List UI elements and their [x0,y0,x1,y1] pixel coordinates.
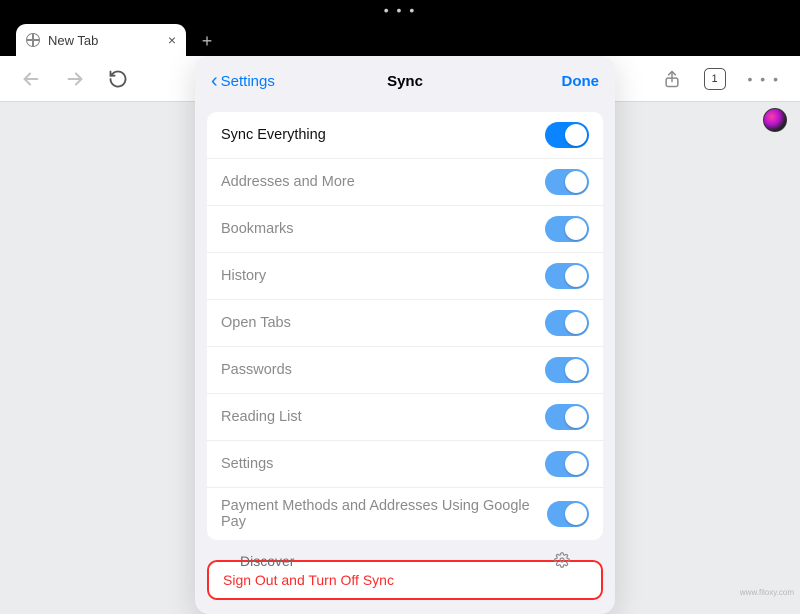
globe-icon [26,33,40,47]
status-dots-icon: • • • [384,3,416,17]
forward-icon[interactable] [64,68,86,90]
toggle-switch[interactable] [545,122,589,148]
toggle-switch[interactable] [545,310,589,336]
tab-title: New Tab [48,33,160,48]
settings-row[interactable]: Settings [207,440,603,487]
modal-header: ‹ Settings Sync Done [195,56,615,106]
discover-label: Discover [240,553,294,569]
sync-everything-row[interactable]: Sync Everything [207,112,603,158]
row-label: Passwords [221,362,292,378]
toggle-knob-icon [565,453,587,475]
row-label: Sync Everything [221,127,326,143]
ios-status-bar: • • • [0,0,800,20]
avatar[interactable] [763,108,787,132]
sync-settings-modal: ‹ Settings Sync Done Sync Everything Add… [195,56,615,614]
row-label: Open Tabs [221,315,291,331]
passwords-row[interactable]: Passwords [207,346,603,393]
sync-options-list: Sync Everything Addresses and More Bookm… [207,112,603,540]
toggle-knob-icon [565,171,587,193]
history-row[interactable]: History [207,252,603,299]
addresses-row[interactable]: Addresses and More [207,158,603,205]
toggle-switch[interactable] [545,263,589,289]
row-label: History [221,268,266,284]
row-label: Bookmarks [221,221,294,237]
watermark: www.filoxy.com [740,588,794,597]
row-label: Payment Methods and Addresses Using Goog… [221,498,547,530]
toggle-switch[interactable] [547,501,589,527]
toggle-switch[interactable] [545,451,589,477]
gear-icon[interactable] [554,552,570,571]
row-label: Addresses and More [221,174,355,190]
plus-icon: + [202,31,213,52]
browser-tab-strip: New Tab × + [0,20,800,56]
toggle-knob-icon [565,218,587,240]
toggle-switch[interactable] [545,357,589,383]
row-label: Settings [221,456,273,472]
share-icon[interactable] [662,69,682,89]
browser-tab[interactable]: New Tab × [16,24,186,56]
toggle-knob-icon [565,265,587,287]
close-icon[interactable]: × [168,32,176,48]
back-icon[interactable] [20,68,42,90]
row-label: Reading List [221,409,302,425]
new-tab-button[interactable]: + [192,26,222,56]
reload-icon[interactable] [108,69,128,89]
done-button[interactable]: Done [562,73,600,90]
open-tabs-row[interactable]: Open Tabs [207,299,603,346]
payment-methods-row[interactable]: Payment Methods and Addresses Using Goog… [207,487,603,540]
toggle-knob-icon [565,503,587,525]
tabs-count-label: 1 [711,73,717,85]
toggle-knob-icon [565,406,587,428]
reading-list-row[interactable]: Reading List [207,393,603,440]
toggle-knob-icon [565,312,587,334]
bookmarks-row[interactable]: Bookmarks [207,205,603,252]
toggle-switch[interactable] [545,216,589,242]
discover-bar: Discover [230,545,580,577]
tabs-button[interactable]: 1 [704,68,726,90]
back-label: Settings [221,73,275,90]
toggle-knob-icon [565,124,587,146]
toggle-switch[interactable] [545,169,589,195]
menu-icon[interactable]: • • • [748,71,780,87]
toggle-switch[interactable] [545,404,589,430]
toggle-knob-icon [565,359,587,381]
back-button[interactable]: ‹ Settings [211,71,275,91]
chevron-left-icon: ‹ [211,71,218,91]
